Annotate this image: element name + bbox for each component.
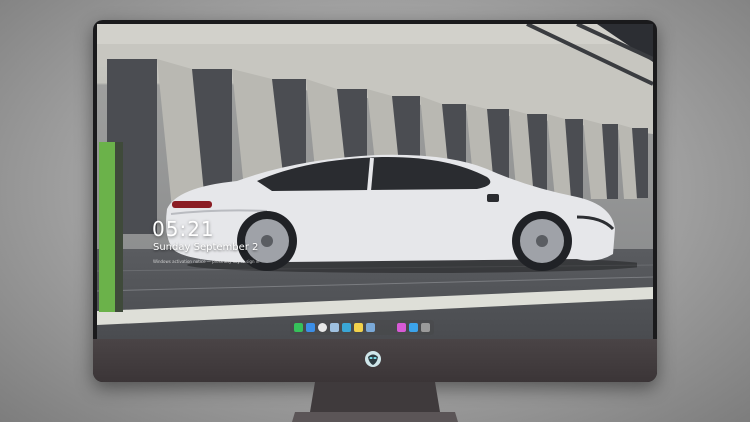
lock-notice: Windows activation notice — press any ke… bbox=[153, 259, 260, 264]
clapper-icon[interactable] bbox=[342, 323, 351, 332]
dock bbox=[290, 320, 434, 335]
wallpaper-green-post bbox=[99, 142, 115, 312]
finder-icon[interactable] bbox=[306, 323, 315, 332]
itunes-icon[interactable] bbox=[397, 323, 406, 332]
imac-monitor: 05:21 Sunday September 2 Windows activat… bbox=[93, 20, 657, 382]
lock-clock: 05:21 bbox=[152, 217, 215, 241]
alien-logo-icon bbox=[365, 351, 381, 367]
clock-icon[interactable] bbox=[318, 323, 327, 332]
monitor-chin bbox=[93, 339, 657, 382]
camera-icon[interactable] bbox=[421, 323, 430, 332]
messages-icon[interactable] bbox=[294, 323, 303, 332]
wallpaper-car bbox=[166, 154, 637, 273]
monitor-stand bbox=[292, 382, 458, 422]
lock-screen[interactable]: 05:21 Sunday September 2 Windows activat… bbox=[97, 24, 653, 339]
lock-date: Sunday September 2 bbox=[153, 242, 259, 253]
appstore-icon[interactable] bbox=[409, 323, 418, 332]
preview-icon[interactable] bbox=[330, 323, 339, 332]
wallpaper-post-shadow bbox=[115, 142, 123, 312]
photos-icon[interactable] bbox=[366, 323, 375, 332]
notes-icon[interactable] bbox=[354, 323, 363, 332]
